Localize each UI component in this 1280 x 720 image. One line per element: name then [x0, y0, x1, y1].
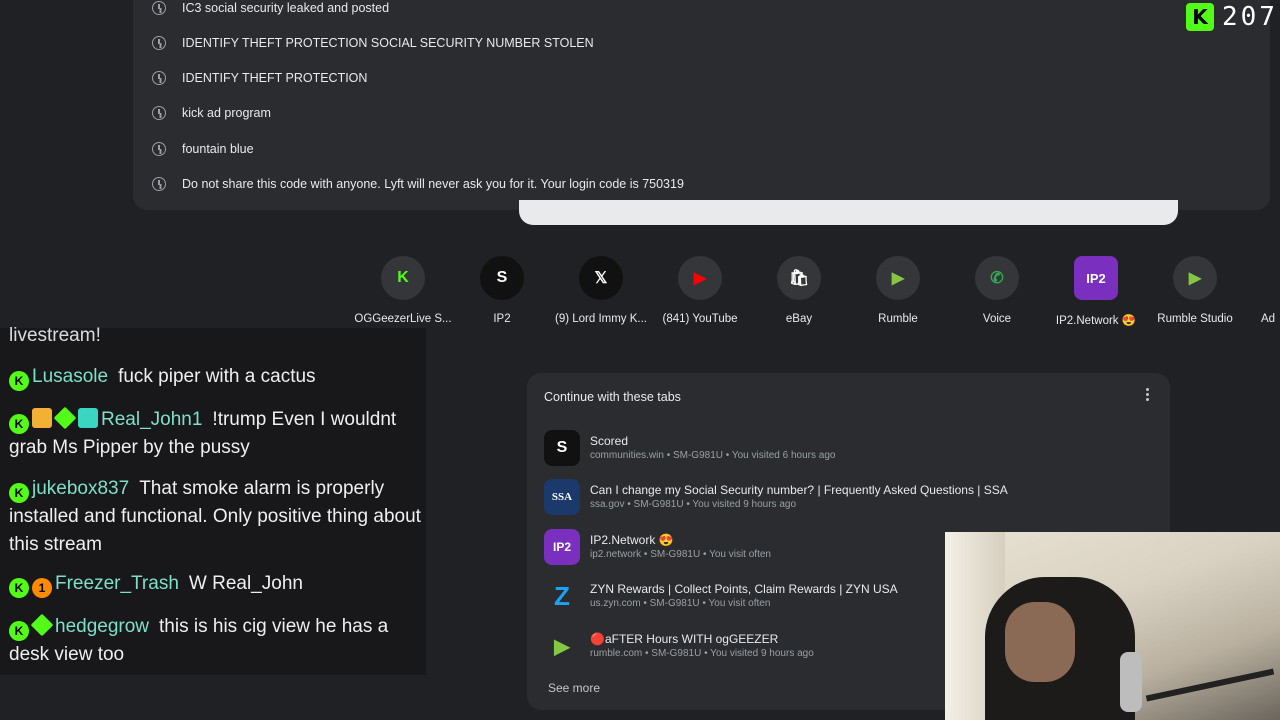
- kick-badge-icon: K: [9, 371, 29, 391]
- webcam-overlay: [945, 532, 1280, 720]
- tab-meta: communities.win • SM-G981U • You visited…: [590, 450, 836, 461]
- shortcut-icon: ✆: [975, 256, 1019, 300]
- kick-badge-icon: K: [9, 414, 29, 434]
- shortcut-tile[interactable]: ✆ Voice: [947, 256, 1047, 325]
- tab-suggestion[interactable]: S Scored communities.win • SM-G981U • Yo…: [539, 424, 1164, 472]
- history-icon: [152, 105, 166, 120]
- shortcut-label: Ad: [1261, 313, 1276, 325]
- chat-username[interactable]: Freezer_Trash: [55, 573, 179, 594]
- chat-username[interactable]: hedgegrow: [55, 616, 149, 637]
- tab-meta: rumble.com • SM-G981U • You visited 9 ho…: [590, 648, 814, 659]
- gift-badge-icon: [32, 408, 52, 428]
- tab-meta: ip2.network • SM-G981U • You visit often: [590, 549, 771, 560]
- chat-username[interactable]: jukebox837: [32, 478, 129, 499]
- tab-title: 🔴aFTER Hours WITH ogGEEZER: [590, 632, 779, 646]
- subscriber-badge-icon: [78, 408, 98, 428]
- history-item-label: IC3 social security leaked and posted: [182, 0, 390, 15]
- viewer-count: 207: [1222, 2, 1278, 32]
- shortcut-tile[interactable]: K OGGeezerLive S...: [353, 256, 453, 325]
- kick-logo-icon: K: [1186, 3, 1214, 31]
- history-item-label: fountain blue: [182, 141, 254, 156]
- shortcut-label: (9) Lord Immy K...: [554, 313, 648, 325]
- tab-meta: ssa.gov • SM-G981U • You visited 9 hours…: [590, 499, 797, 510]
- shortcut-tile[interactable]: 𝕏 (9) Lord Immy K...: [551, 256, 651, 325]
- shortcut-label: Rumble Studio: [1157, 313, 1233, 325]
- chat-username[interactable]: Real_John1: [101, 409, 202, 430]
- mic-arm: [1145, 668, 1275, 702]
- chat-text: fuck piper with a cactus: [118, 366, 316, 387]
- history-item-label: kick ad program: [182, 105, 271, 120]
- history-icon: [152, 0, 166, 15]
- see-more-link[interactable]: See more: [548, 681, 600, 695]
- shortcut-icon: ▶: [678, 256, 722, 300]
- streamer-face: [1005, 602, 1075, 682]
- card-title: Continue with these tabs: [544, 390, 681, 404]
- history-icon: [152, 176, 166, 191]
- shortcut-tile[interactable]: ▶ (841) YouTube: [650, 256, 750, 325]
- history-icon: [152, 70, 166, 85]
- more-options-icon[interactable]: [1146, 388, 1150, 402]
- shortcut-tile[interactable]: 🛍 eBay: [749, 256, 849, 325]
- history-item-label: IDENTIFY THEFT PROTECTION: [182, 70, 368, 85]
- shortcut-tile[interactable]: ▶ Rumble Studio: [1145, 256, 1245, 325]
- history-item[interactable]: IDENTIFY THEFT PROTECTION SOCIAL SECURIT…: [133, 25, 1270, 60]
- favicon-icon: SSA: [544, 479, 580, 515]
- history-item[interactable]: fountain blue: [133, 131, 1270, 166]
- history-item-label: IDENTIFY THEFT PROTECTION SOCIAL SECURIT…: [182, 35, 594, 50]
- history-icon: [152, 35, 166, 50]
- tab-title: ZYN Rewards | Collect Points, Claim Rewa…: [590, 582, 898, 596]
- shortcut-tile[interactable]: Ad: [1244, 256, 1280, 325]
- history-icon: [152, 141, 166, 156]
- history-item[interactable]: IC3 social security leaked and posted: [133, 0, 1270, 25]
- chat-message: Kjukebox837 That smoke alarm is properly …: [9, 475, 421, 559]
- sub-month-badge-icon: 1: [32, 578, 52, 598]
- chat-message: K Lusasole fuck piper with a cactus: [9, 363, 421, 391]
- favicon-icon: IP2: [544, 529, 580, 565]
- shortcut-icon: ▶: [1173, 256, 1217, 300]
- shortcut-label: (841) YouTube: [662, 313, 738, 325]
- favicon-icon: ▶: [544, 628, 580, 664]
- microphone-icon: [1120, 652, 1142, 712]
- shortcut-icon: IP2: [1074, 256, 1118, 300]
- history-item[interactable]: Do not share this code with anyone. Lyft…: [133, 166, 1270, 201]
- shortcut-label: Voice: [982, 313, 1012, 325]
- chat-message: K Real_John1 !trump Even I wouldnt grab Ms…: [9, 406, 421, 462]
- chat-message-partial: livestream!: [9, 325, 101, 342]
- tab-title: Scored: [590, 434, 629, 448]
- tab-meta: us.zyn.com • SM-G981U • You visit often: [590, 598, 771, 609]
- history-item-label: Do not share this code with anyone. Lyft…: [182, 176, 684, 191]
- history-item[interactable]: kick ad program: [133, 95, 1270, 130]
- search-history-dropdown: IC3 social security leaked and posted ID…: [133, 0, 1270, 210]
- kick-badge-icon: K: [9, 483, 29, 503]
- shortcut-icon: 𝕏: [579, 256, 623, 300]
- shortcut-tile[interactable]: ▶ Rumble: [848, 256, 948, 325]
- shortcut-tile[interactable]: IP2 IP2.Network 😍: [1046, 256, 1146, 327]
- shortcut-label: IP2: [493, 313, 511, 325]
- stream-viewer-counter: K 207: [1186, 2, 1278, 32]
- favicon-icon: Z: [544, 578, 580, 614]
- shortcut-icon: K: [381, 256, 425, 300]
- chat-username[interactable]: Lusasole: [32, 366, 108, 387]
- history-item[interactable]: IDENTIFY THEFT PROTECTION: [133, 60, 1270, 95]
- shortcut-label: eBay: [785, 313, 813, 325]
- shortcut-label: Rumble: [878, 313, 918, 325]
- shortcut-icon: S: [480, 256, 524, 300]
- tab-title: Can I change my Social Security number? …: [590, 483, 1008, 497]
- tab-suggestion[interactable]: SSA Can I change my Social Security numb…: [539, 473, 1164, 521]
- gem-badge-icon: [30, 613, 54, 637]
- search-input[interactable]: [519, 200, 1178, 225]
- shortcut-label: IP2.Network 😍: [1055, 315, 1137, 327]
- shortcut-tile[interactable]: S IP2: [452, 256, 552, 325]
- chat-message: Khedgegrow this is his cig view he has a …: [9, 613, 421, 669]
- gem-badge-icon: [53, 406, 77, 430]
- shortcut-icon: ▶: [876, 256, 920, 300]
- shortcut-icon: 🛍: [777, 256, 821, 300]
- stream-chat-overlay: livestream! K Lusasole fuck piper with a c…: [0, 325, 426, 675]
- kick-badge-icon: K: [9, 578, 29, 598]
- chat-text: W Real_John: [188, 573, 303, 594]
- kick-badge-icon: K: [9, 621, 29, 641]
- chat-message: K 1 Freezer_Trash W Real_John: [9, 570, 421, 598]
- favicon-icon: S: [544, 430, 580, 466]
- tab-title: IP2.Network 😍: [590, 533, 674, 547]
